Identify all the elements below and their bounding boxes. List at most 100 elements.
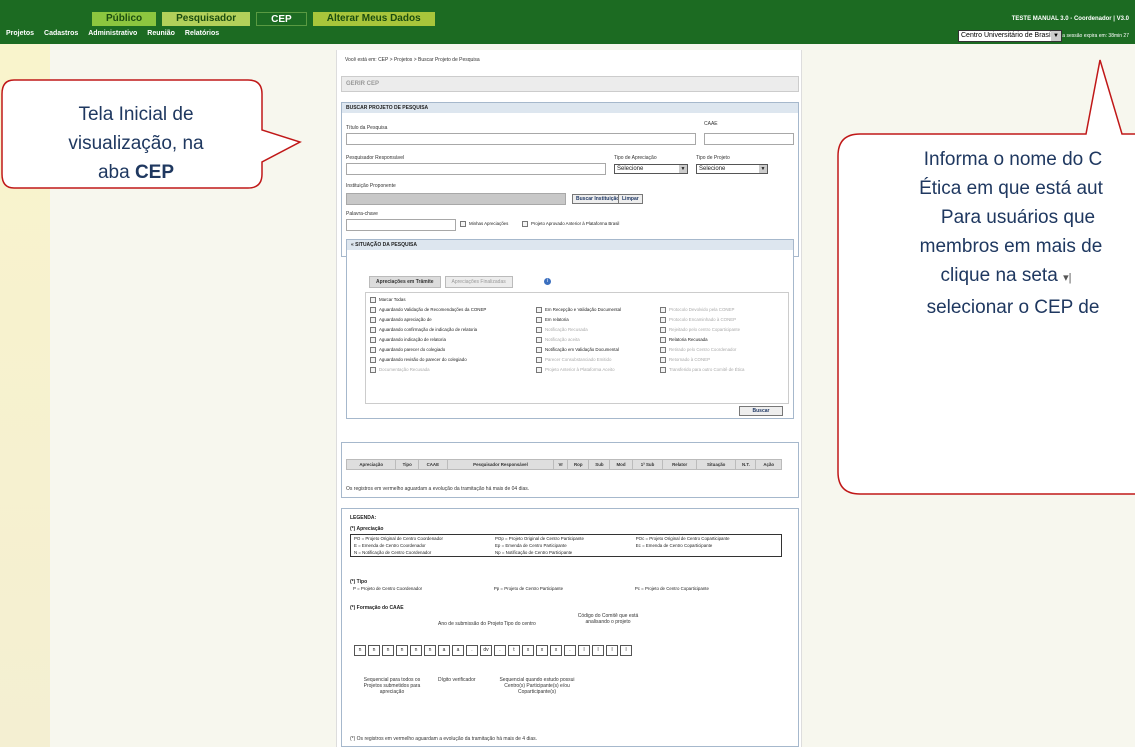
menu-reuniao[interactable]: Reunião — [147, 30, 175, 37]
situacao-checkbox[interactable]: Projeto Anterior à Plataforma Aceito — [536, 367, 621, 377]
table-header-cell: Ação — [755, 459, 782, 470]
situacao-checkbox[interactable]: Parecer Consubstanciado Emitido — [536, 357, 621, 367]
situacao-checkbox[interactable]: Aguardando Validação de Recomendações da… — [370, 307, 486, 317]
checkbox-icon[interactable] — [660, 347, 666, 353]
search-panel: BUSCAR PROJETO DE PESQUISA Título da Pes… — [341, 102, 799, 419]
buscar-button[interactable]: Buscar — [739, 406, 783, 416]
table-header-cell: CAAE — [417, 459, 448, 470]
situacao-checkbox[interactable]: Aguardando confirmação de indicação de r… — [370, 327, 486, 337]
tab-cep[interactable]: CEP — [256, 12, 307, 26]
checkbox-icon[interactable] — [660, 367, 666, 373]
checkbox-icon[interactable] — [370, 297, 376, 303]
situacao-checkbox[interactable]: Marcar Todas — [370, 297, 486, 307]
caae-format: n n n n n n a a. dv. t x x x. l l l l — [354, 645, 634, 656]
checkbox-icon[interactable] — [660, 337, 666, 343]
institution-select[interactable]: Centro Universitário de Brasí ▼ — [958, 30, 1062, 42]
apreciacao-table: PO = Projeto Original de Centro Coordena… — [350, 534, 782, 557]
checkbox-icon[interactable] — [370, 307, 376, 313]
situacao-checkbox[interactable]: Documentação Recusada — [370, 367, 486, 377]
chevron-down-icon[interactable]: ▼ — [679, 165, 687, 173]
checkbox-icon[interactable] — [370, 327, 376, 333]
checkbox-icon[interactable] — [370, 347, 376, 353]
menu-cadastros[interactable]: Cadastros — [44, 30, 78, 37]
tipo-apreciacao-select[interactable]: Selecione ▼ — [614, 164, 688, 174]
situacao-checkbox[interactable]: Aguardando parecer do colegiado — [370, 347, 486, 357]
legend-cell: Ep = Emenda de Centro Participante — [495, 543, 567, 548]
situacao-checkbox[interactable]: Transferido para outro Comitê de Ética — [660, 367, 745, 377]
menu-relatorios[interactable]: Relatórios — [185, 30, 219, 37]
chevron-down-icon: ▾| — [1063, 272, 1072, 284]
tipo-projeto-select[interactable]: Selecione ▼ — [696, 164, 768, 174]
tipo-table: P = Projeto de Centro Coordenador Pp = Pr… — [350, 585, 782, 592]
palavra-input[interactable] — [346, 219, 456, 231]
buscar-instituicao-button[interactable]: Buscar Instituição — [572, 194, 624, 204]
caae-input[interactable] — [704, 133, 794, 145]
situacao-checkbox[interactable]: Protocolo Encaminhado à CONEP — [660, 317, 745, 327]
situacao-checkbox[interactable]: Em relatoria — [536, 317, 621, 327]
tab-pesquisador[interactable]: Pesquisador — [162, 12, 251, 26]
titulo-input[interactable] — [346, 133, 696, 145]
situacao-header: « SITUAÇÃO DA PESQUISA — [347, 240, 793, 250]
checkbox-icon[interactable] — [370, 317, 376, 323]
checkbox-icon[interactable] — [370, 337, 376, 343]
checkbox-icon[interactable] — [536, 327, 542, 333]
situacao-tabs: Apreciações em Trâmite Apreciações Final… — [369, 276, 513, 288]
checkbox-icon[interactable] — [370, 357, 376, 363]
caae-cell: x — [522, 645, 534, 656]
checkbox-icon[interactable] — [660, 317, 666, 323]
session-timer: Sua sessão expira em: 38min 27 — [1056, 33, 1129, 39]
situacao-checkbox[interactable]: Protocolo Devolvido pela CONEP — [660, 307, 745, 317]
checkbox-icon[interactable] — [522, 221, 528, 227]
checkbox-icon[interactable] — [536, 317, 542, 323]
limpar-button[interactable]: Limpar — [618, 194, 643, 204]
situacao-checkbox[interactable]: Em Recepção e Validação Documental — [536, 307, 621, 317]
table-header-cell: Mod — [609, 459, 633, 470]
checkbox-icon[interactable] — [660, 307, 666, 313]
menu-administrativo[interactable]: Administrativo — [88, 30, 137, 37]
legend-cell: N = Notificação de Centro Coordenador — [354, 550, 432, 555]
info-icon[interactable]: i — [544, 278, 551, 285]
results-table: Apreciação Tipo CAAE Pesquisador Responsáve… — [345, 459, 782, 470]
tab-tramite[interactable]: Apreciações em Trâmite — [369, 276, 441, 288]
projeto-anterior-checkbox[interactable]: Projeto Aprovado Anterior à Plataforma B… — [522, 221, 619, 227]
situacao-checkbox[interactable]: Aguardando apreciação de — [370, 317, 486, 327]
situacao-checkbox[interactable]: Rejeitado pelo centro Coparticipante — [660, 327, 745, 337]
caae-cell: n — [410, 645, 422, 656]
collapse-icon[interactable]: « — [351, 242, 354, 248]
situacao-checkbox[interactable]: Retornado à CONEP — [660, 357, 745, 367]
pesquisador-input[interactable] — [346, 163, 606, 175]
tab-publico[interactable]: Público — [92, 12, 157, 26]
situacao-checkbox[interactable]: Retirado pelo Centro Coordenador — [660, 347, 745, 357]
caae-title: (*) Formação do CAAE — [350, 605, 404, 611]
checkbox-icon[interactable] — [660, 357, 666, 363]
situacao-checkbox[interactable]: Aguardando indicação de relatoria — [370, 337, 486, 347]
table-row: P = Projeto de Centro Coordenador Pp = Pr… — [350, 585, 782, 592]
situacao-checkbox[interactable]: Notificação em Validação Documental — [536, 347, 621, 357]
checkbox-icon[interactable] — [370, 367, 376, 373]
menu-projetos[interactable]: Projetos — [6, 30, 34, 37]
table-header-cell: Apreciação — [345, 459, 397, 470]
legend-cell: POp = Projeto Original de Centro Partici… — [495, 536, 584, 541]
caae-cell: . — [466, 645, 478, 656]
chevron-down-icon[interactable]: ▼ — [759, 165, 767, 173]
minhas-apreciacoes-checkbox[interactable]: Minhas Apreciações — [460, 221, 508, 227]
situacao-checkbox[interactable]: Notificação aceita — [536, 337, 621, 347]
situacao-checkbox[interactable]: Aguardando revisão do parecer do colegia… — [370, 357, 486, 367]
checkbox-icon[interactable] — [536, 307, 542, 313]
caae-cell: x — [550, 645, 562, 656]
checkbox-icon[interactable] — [536, 347, 542, 353]
table-header-cell: Sub — [588, 459, 611, 470]
chevron-down-icon[interactable]: ▼ — [1051, 31, 1061, 41]
tab-finalizadas[interactable]: Apreciações Finalizadas — [444, 276, 513, 288]
checkbox-icon[interactable] — [536, 337, 542, 343]
checkbox-icon[interactable] — [660, 327, 666, 333]
legend-cell: Np = Notificação de Centro Participante — [495, 550, 573, 555]
checkbox-icon[interactable] — [536, 357, 542, 363]
results-panel: Apreciação Tipo CAAE Pesquisador Responsáve… — [341, 442, 799, 498]
checkbox-icon[interactable] — [536, 367, 542, 373]
situacao-checkbox[interactable]: Notificação Recusada — [536, 327, 621, 337]
checkbox-icon[interactable] — [460, 221, 466, 227]
table-header-cell: Situação — [695, 459, 737, 470]
situacao-checkbox[interactable]: Relatoria Recusada — [660, 337, 745, 347]
tab-alterar-dados[interactable]: Alterar Meus Dados — [312, 12, 435, 26]
